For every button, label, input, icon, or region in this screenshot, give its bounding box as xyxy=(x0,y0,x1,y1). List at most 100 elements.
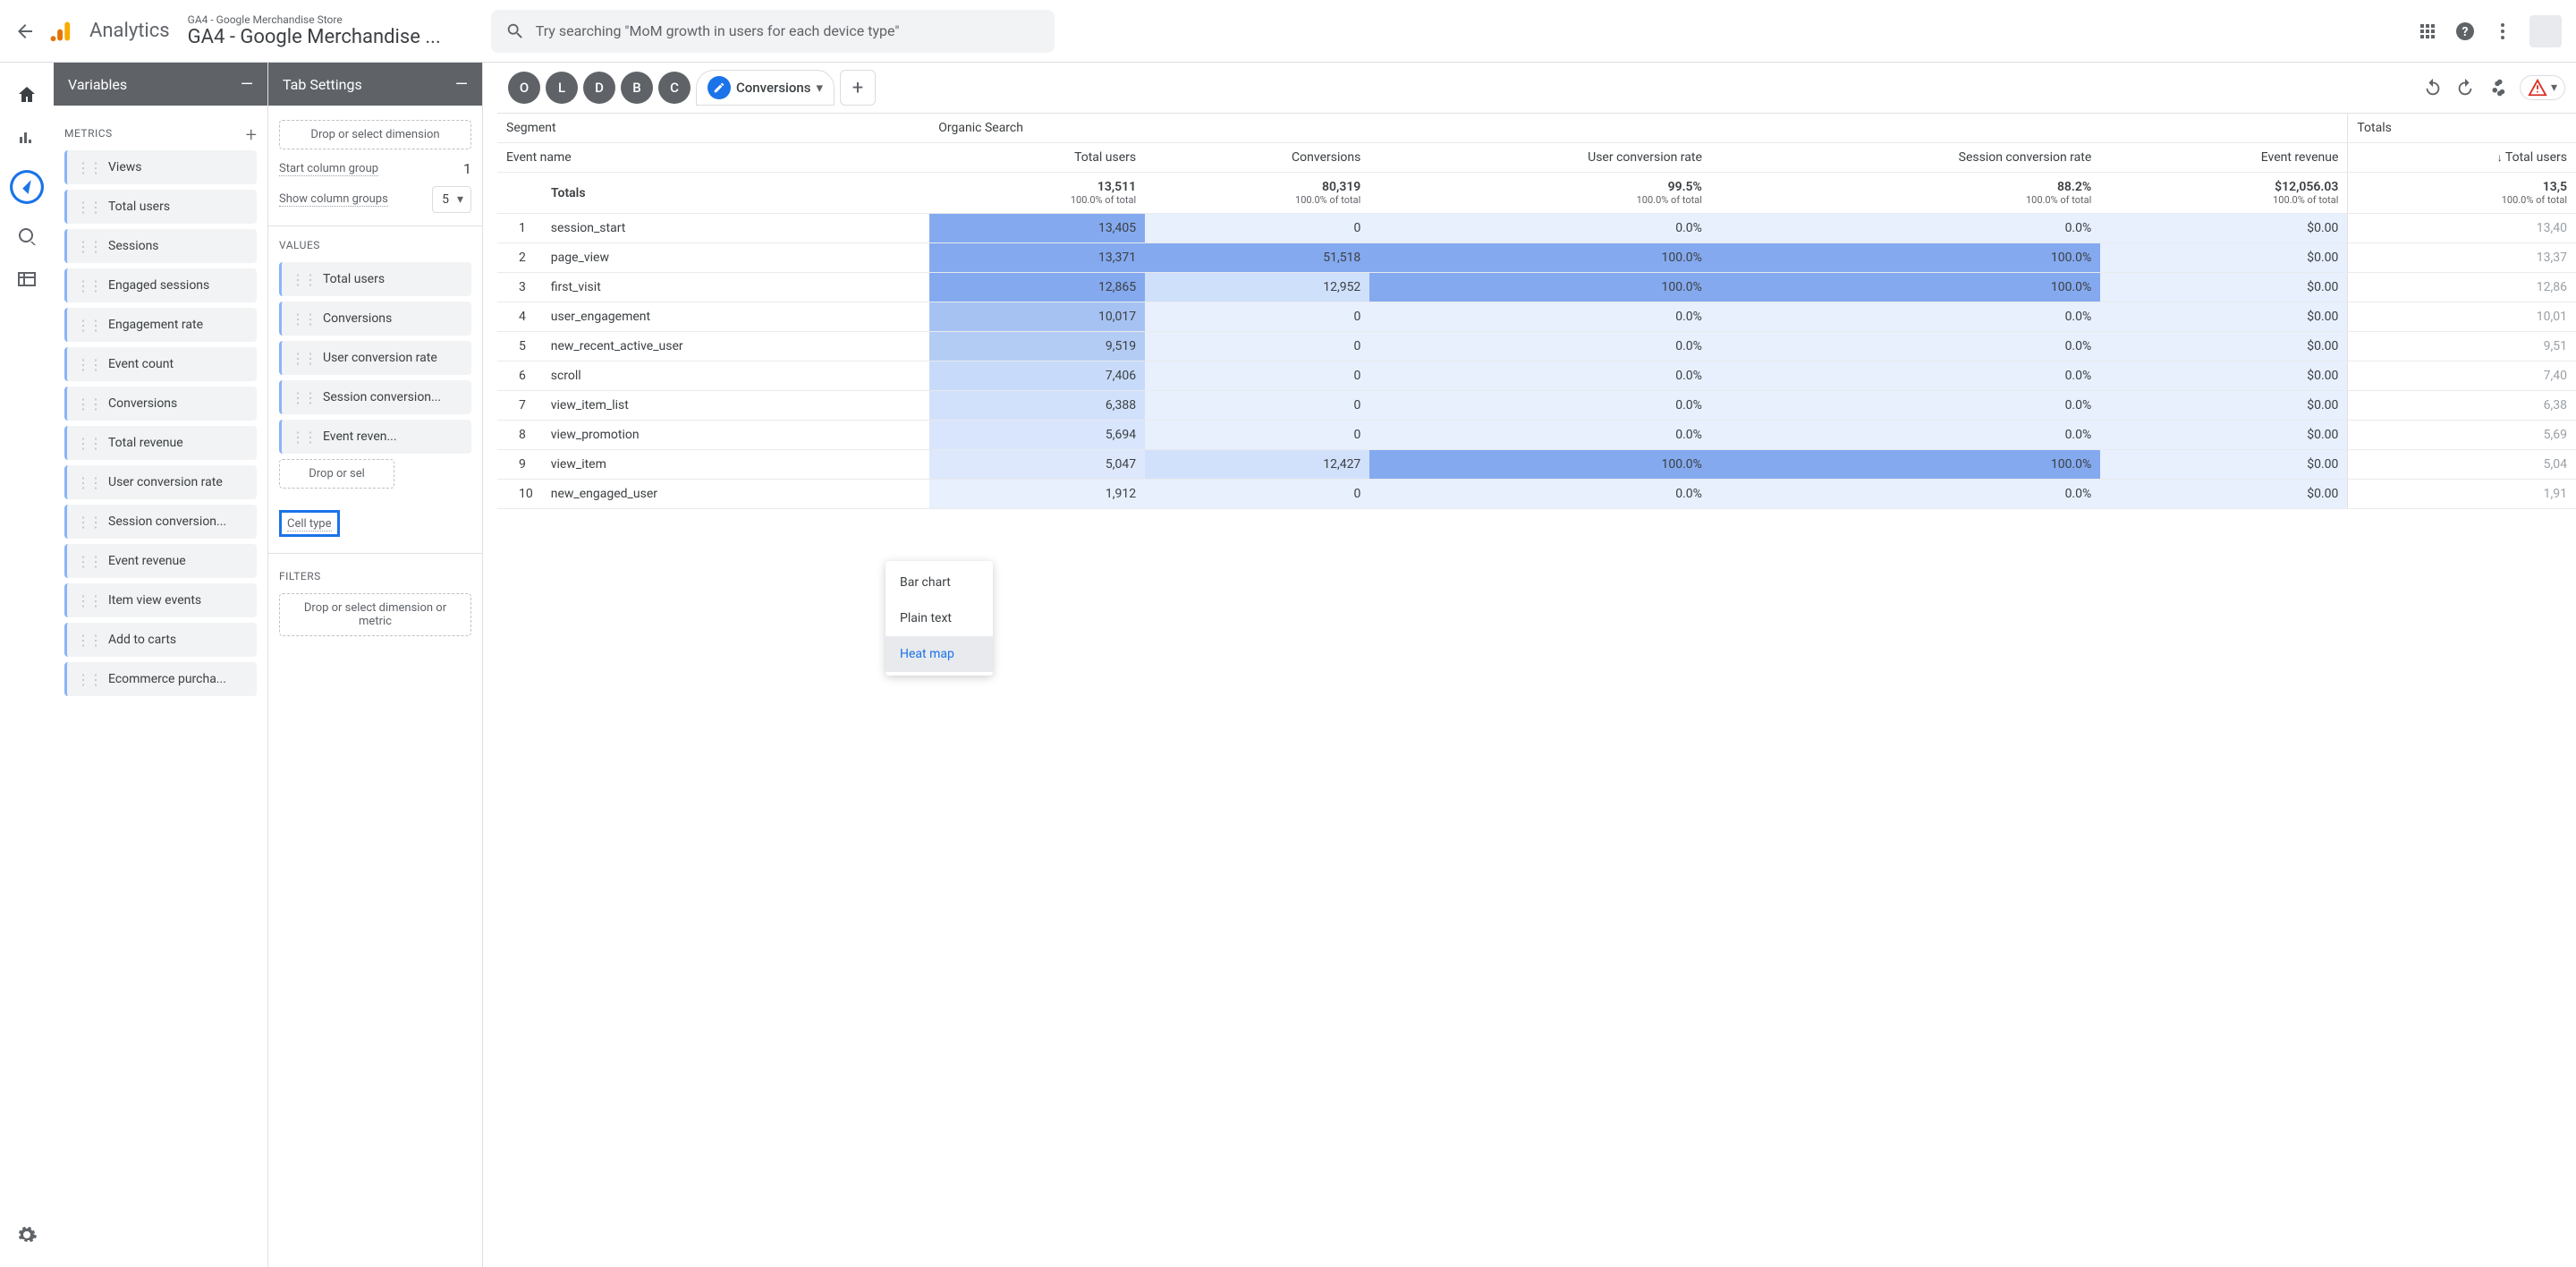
table-row[interactable]: 7view_item_list6,38800.0%0.0%$0.006,38 xyxy=(497,391,2576,421)
start-col-value[interactable]: 1 xyxy=(463,160,471,177)
metric-chip-label: Item view events xyxy=(108,593,201,608)
metric-chip[interactable]: ⋮⋮Total users xyxy=(64,190,257,224)
col-conversions[interactable]: Conversions xyxy=(1145,143,1369,173)
collapse-variables-button[interactable]: — xyxy=(241,75,253,94)
totals-rev: $12,056.03100.0% of total xyxy=(2100,173,2348,214)
drag-grip-icon: ⋮⋮ xyxy=(76,553,101,570)
tab-letter[interactable]: D xyxy=(583,72,615,104)
table-row[interactable]: 3first_visit12,86512,952100.0%100.0%$0.0… xyxy=(497,273,2576,302)
search-bar[interactable]: Try searching "MoM growth in users for e… xyxy=(491,10,1055,53)
value-chip[interactable]: ⋮⋮Event reven... xyxy=(279,420,471,454)
nav-home[interactable] xyxy=(16,84,38,106)
table-row[interactable]: 5new_recent_active_user9,51900.0%0.0%$0.… xyxy=(497,332,2576,361)
drag-grip-icon: ⋮⋮ xyxy=(76,435,101,452)
totals-col-header: Totals xyxy=(2348,114,2576,143)
metric-chip[interactable]: ⋮⋮Views xyxy=(64,150,257,184)
celltype-option-barchart[interactable]: Bar chart xyxy=(886,565,993,600)
cell-tu2: 6,38 xyxy=(2348,391,2576,421)
event-name: view_item_list xyxy=(542,391,930,421)
property-selector[interactable]: GA4 - Google Merchandise Store GA4 - Goo… xyxy=(188,13,441,48)
drop-filter-zone[interactable]: Drop or select dimension or metric xyxy=(279,593,471,636)
apps-icon[interactable] xyxy=(2417,21,2438,42)
home-icon xyxy=(16,84,38,106)
metric-chip[interactable]: ⋮⋮Engagement rate xyxy=(64,308,257,342)
metric-chip[interactable]: ⋮⋮Event count xyxy=(64,347,257,381)
bar-chart-icon xyxy=(16,127,38,149)
tab-letter[interactable]: L xyxy=(546,72,578,104)
help-icon[interactable]: ? xyxy=(2454,21,2476,42)
back-button[interactable] xyxy=(14,21,36,42)
table-row[interactable]: 8view_promotion5,69400.0%0.0%$0.005,69 xyxy=(497,421,2576,450)
row-index: 10 xyxy=(497,480,542,509)
nav-advertising[interactable] xyxy=(16,225,38,247)
celltype-option-heatmap[interactable]: Heat map xyxy=(886,636,993,672)
metric-chip[interactable]: ⋮⋮Ecommerce purcha... xyxy=(64,662,257,696)
alert-chip[interactable]: ▾ xyxy=(2520,75,2565,100)
value-chip[interactable]: ⋮⋮Conversions xyxy=(279,302,471,336)
metric-chip[interactable]: ⋮⋮Sessions xyxy=(64,229,257,263)
cell-scr: 100.0% xyxy=(1711,450,2100,480)
cell-tu2: 13,37 xyxy=(2348,243,2576,273)
avatar[interactable] xyxy=(2529,15,2562,47)
col-revenue[interactable]: Event revenue xyxy=(2100,143,2348,173)
share-icon[interactable] xyxy=(2487,78,2507,98)
table-row[interactable]: 6scroll7,40600.0%0.0%$0.007,40 xyxy=(497,361,2576,391)
tab-letter[interactable]: O xyxy=(508,72,540,104)
value-chip[interactable]: ⋮⋮User conversion rate xyxy=(279,341,471,375)
table-row[interactable]: 10new_engaged_user1,91200.0%0.0%$0.001,9… xyxy=(497,480,2576,509)
value-chip[interactable]: ⋮⋮Total users xyxy=(279,262,471,296)
metric-chip[interactable]: ⋮⋮User conversion rate xyxy=(64,465,257,499)
chevron-down-icon: ▾ xyxy=(2551,81,2557,95)
event-name: page_view xyxy=(542,243,930,273)
totals-scr: 88.2%100.0% of total xyxy=(1711,173,2100,214)
celltype-option-plaintext[interactable]: Plain text xyxy=(886,600,993,636)
tab-letter[interactable]: B xyxy=(621,72,653,104)
drop-value-zone[interactable]: Drop or sel xyxy=(279,459,394,489)
tab-dropdown-icon[interactable]: ▾ xyxy=(816,80,823,96)
explore-icon xyxy=(10,170,44,204)
show-col-select[interactable]: 5 xyxy=(432,186,471,213)
col-ucr[interactable]: User conversion rate xyxy=(1369,143,1711,173)
value-chip[interactable]: ⋮⋮Session conversion... xyxy=(279,380,471,414)
table-row[interactable]: 2page_view13,37151,518100.0%100.0%$0.001… xyxy=(497,243,2576,273)
cell-rev: $0.00 xyxy=(2100,332,2348,361)
add-tab-button[interactable]: + xyxy=(840,70,876,106)
metric-chip[interactable]: ⋮⋮Conversions xyxy=(64,387,257,421)
table-row[interactable]: 9view_item5,04712,427100.0%100.0%$0.005,… xyxy=(497,450,2576,480)
metric-chip[interactable]: ⋮⋮Total revenue xyxy=(64,426,257,460)
metric-chip-label: Sessions xyxy=(108,239,159,253)
cell-rev: $0.00 xyxy=(2100,273,2348,302)
cell-cv: 0 xyxy=(1145,480,1369,509)
nav-reports[interactable] xyxy=(16,127,38,149)
col-scr[interactable]: Session conversion rate xyxy=(1711,143,2100,173)
cell-rev: $0.00 xyxy=(2100,421,2348,450)
tab-letter[interactable]: C xyxy=(658,72,691,104)
nav-explore[interactable] xyxy=(10,170,44,204)
col-total-users[interactable]: Total users xyxy=(929,143,1145,173)
row-index: 7 xyxy=(497,391,542,421)
metric-chip[interactable]: ⋮⋮Engaged sessions xyxy=(64,268,257,302)
table-row[interactable]: 4user_engagement10,01700.0%0.0%$0.0010,0… xyxy=(497,302,2576,332)
collapse-tabsettings-button[interactable]: — xyxy=(455,75,468,94)
cell-scr: 0.0% xyxy=(1711,214,2100,243)
metric-chip[interactable]: ⋮⋮Item view events xyxy=(64,583,257,617)
metric-chip[interactable]: ⋮⋮Session conversion... xyxy=(64,505,257,539)
cell-ucr: 0.0% xyxy=(1369,361,1711,391)
metric-chip[interactable]: ⋮⋮Event revenue xyxy=(64,544,257,578)
nav-configure[interactable] xyxy=(16,268,38,290)
add-metric-button[interactable]: + xyxy=(246,124,257,147)
kebab-menu-icon[interactable] xyxy=(2492,21,2513,42)
redo-icon[interactable] xyxy=(2455,78,2475,98)
undo-icon[interactable] xyxy=(2423,78,2443,98)
table-row[interactable]: 1session_start13,40500.0%0.0%$0.0013,40 xyxy=(497,214,2576,243)
active-tab[interactable]: Conversions ▾ xyxy=(696,70,835,106)
nav-settings[interactable] xyxy=(16,1224,38,1246)
metric-chip-label: Total users xyxy=(108,200,170,214)
metric-chip[interactable]: ⋮⋮Add to carts xyxy=(64,623,257,657)
variables-title: Variables xyxy=(68,76,127,93)
celltype-control[interactable]: Cell type xyxy=(279,510,340,537)
arrow-left-icon xyxy=(14,21,36,42)
cell-ucr: 0.0% xyxy=(1369,332,1711,361)
drop-dimension-zone[interactable]: Drop or select dimension xyxy=(279,120,471,149)
col-total-users-2[interactable]: ↓ Total users xyxy=(2348,143,2576,173)
